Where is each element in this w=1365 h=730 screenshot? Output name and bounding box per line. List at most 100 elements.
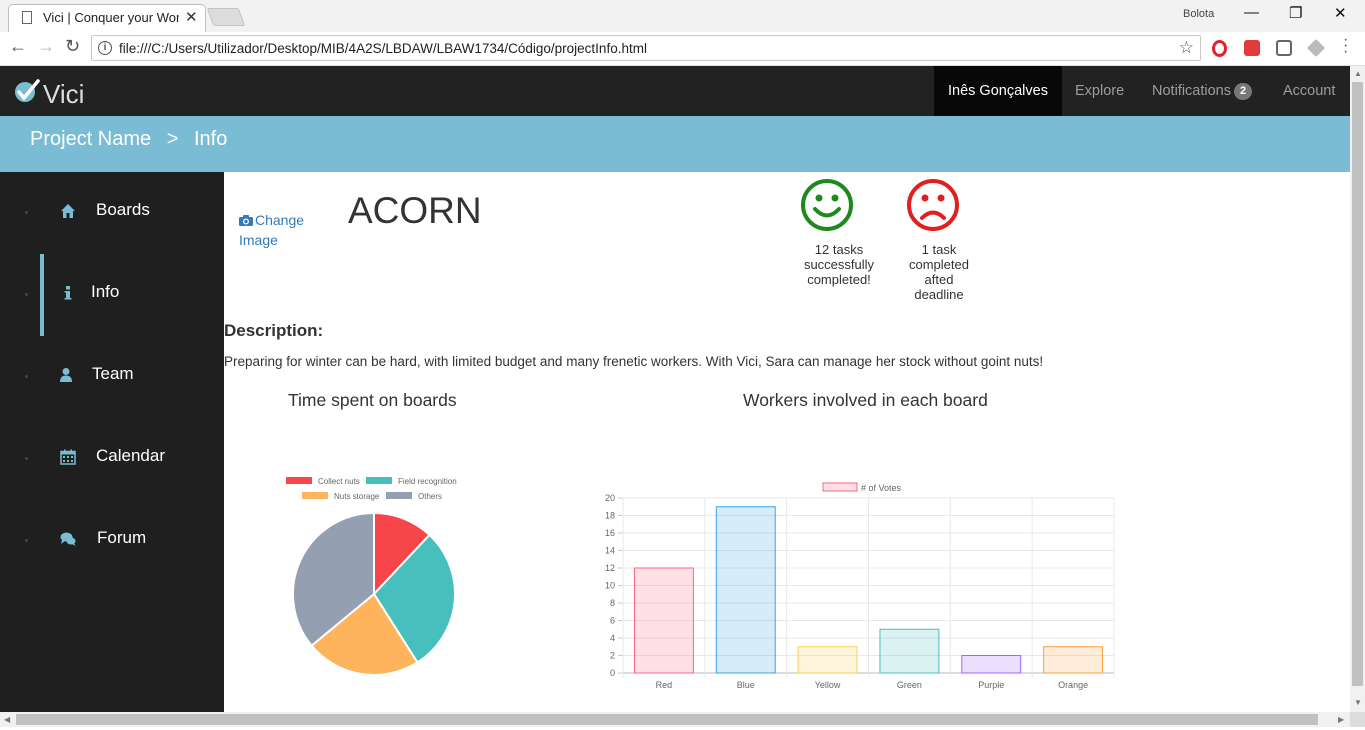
close-window-icon[interactable]: ✕: [1334, 4, 1347, 22]
sidebar-item-info[interactable]: Info: [0, 254, 224, 336]
x-tick-label: Orange: [1058, 680, 1088, 690]
comments-icon: [60, 532, 76, 546]
bullet-dot: [25, 375, 28, 378]
horizontal-scrollbar[interactable]: ◀ ▶: [0, 712, 1350, 727]
change-image-link[interactable]: Change Image: [239, 210, 329, 250]
nav-explore[interactable]: Explore: [1075, 66, 1124, 116]
project-title: ACORN: [348, 190, 482, 231]
sidebar-item-label: Team: [92, 364, 134, 383]
sidebar: Boards Info Team Calendar Forum: [0, 172, 224, 712]
tab-title: Vici | Conquer your World: [43, 10, 179, 25]
nav-user[interactable]: Inês Gonçalves: [934, 66, 1062, 116]
browser-toolbar: ← → ↻ i file:///C:/Users/Utilizador/Desk…: [0, 32, 1365, 66]
x-tick-label: Green: [897, 680, 922, 690]
bar-chart: # of Votes 0 2 4 6 8 10 12 14 16 18 20 Red Blue Yellow…: [599, 472, 1119, 692]
sidebar-item-calendar[interactable]: Calendar: [0, 418, 224, 500]
breadcrumb-project[interactable]: Project Name: [30, 128, 151, 150]
nav-notifications[interactable]: Notifications 2: [1152, 66, 1253, 116]
forward-icon[interactable]: →: [37, 36, 55, 57]
vertical-scroll-thumb[interactable]: [1352, 82, 1363, 686]
scroll-up-icon[interactable]: ▲: [1354, 69, 1362, 78]
scroll-down-icon[interactable]: ▼: [1354, 698, 1362, 707]
opera-extension-icon[interactable]: [1212, 40, 1227, 57]
bar-legend-swatch: [822, 482, 858, 492]
home-icon: [61, 204, 75, 218]
pie-legend-label: Collect nuts: [318, 477, 360, 486]
pie-chart: Collect nuts Field recognition Nuts storag…: [282, 472, 472, 677]
bullet-dot: [25, 293, 28, 296]
y-tick-label: 18: [605, 511, 615, 521]
brand-name[interactable]: Vici: [43, 79, 84, 110]
reload-icon[interactable]: ↻: [65, 36, 80, 57]
y-tick-label: 6: [610, 616, 615, 626]
pocket-extension-icon[interactable]: [1276, 40, 1292, 56]
page-info-icon[interactable]: i: [98, 41, 112, 55]
url-text[interactable]: file:///C:/Users/Utilizador/Desktop/MIB/…: [119, 41, 647, 56]
y-tick-label: 2: [610, 651, 615, 661]
extension-icon[interactable]: [1244, 40, 1260, 56]
description-text: Preparing for winter can be hard, with l…: [224, 354, 1044, 369]
profile-name[interactable]: Bolota: [1183, 8, 1214, 20]
sidebar-item-label: Calendar: [96, 446, 165, 465]
scroll-left-icon[interactable]: ◀: [4, 715, 10, 724]
sidebar-item-forum[interactable]: Forum: [0, 500, 224, 582]
bar-chart-svg: # of Votes 0 2 4 6 8 10 12 14 16 18 20 Red Blue Yellow…: [605, 482, 1115, 690]
bar-chart-title: Workers involved in each board: [743, 390, 988, 410]
y-tick-label: 20: [605, 493, 615, 503]
bookmark-star-icon[interactable]: ☆: [1179, 38, 1194, 58]
y-tick-label: 4: [610, 633, 615, 643]
description-heading: Description:: [224, 321, 324, 340]
pie-chart-svg: Collect nuts Field recognition Nuts storag…: [286, 477, 457, 676]
x-tick-label: Purple: [978, 680, 1004, 690]
happy-face-icon: [801, 179, 853, 231]
calendar-icon: [60, 449, 76, 465]
pie-legend-swatch: [386, 492, 412, 499]
y-tick-label: 10: [605, 581, 615, 591]
bar: [1043, 646, 1104, 674]
vertical-scrollbar[interactable]: ▲ ▼: [1350, 66, 1365, 712]
sidebar-item-team[interactable]: Team: [0, 336, 224, 418]
nav-account[interactable]: Account: [1283, 66, 1335, 116]
pie-legend-label: Nuts storage: [334, 492, 380, 501]
pie-legend-swatch: [302, 492, 328, 499]
info-icon: [64, 286, 72, 300]
bullet-dot: [25, 457, 28, 460]
close-tab-icon[interactable]: ✕: [185, 8, 198, 26]
vici-logo-icon[interactable]: [14, 78, 40, 104]
y-tick-label: 16: [605, 528, 615, 538]
sad-face-icon: [907, 179, 959, 231]
browser-tab[interactable]: Vici | Conquer your World ✕: [8, 4, 206, 32]
restore-icon[interactable]: ❐: [1289, 4, 1302, 22]
browser-tab-strip: Vici | Conquer your World ✕ Bolota — ❐ ✕: [0, 0, 1365, 32]
y-tick-label: 12: [605, 563, 615, 573]
user-icon: [60, 368, 72, 382]
x-tick-label: Blue: [737, 680, 755, 690]
breadcrumb-text: Project Name > Info: [30, 128, 227, 151]
bar: [797, 646, 858, 674]
scroll-right-icon[interactable]: ▶: [1338, 715, 1344, 724]
browser-menu-icon[interactable]: · · ·: [1343, 32, 1348, 60]
pie-legend-swatch: [366, 477, 392, 484]
back-icon[interactable]: ←: [9, 36, 27, 57]
camera-icon: [239, 215, 253, 226]
bullet-dot: [25, 539, 28, 542]
bar: [715, 506, 776, 674]
sidebar-item-label: Forum: [97, 528, 147, 547]
bar: [633, 567, 694, 674]
breadcrumb-current: Info: [193, 128, 228, 150]
nav-notifications-label: Notifications: [1152, 83, 1231, 99]
minimize-icon[interactable]: —: [1244, 4, 1259, 21]
sidebar-item-boards[interactable]: Boards: [0, 172, 224, 254]
bar: [879, 628, 940, 674]
top-navbar: Vici Inês Gonçalves Explore Notification…: [0, 66, 1350, 116]
y-tick-label: 8: [610, 598, 615, 608]
pie-legend-label: Others: [418, 492, 442, 501]
bar: [961, 655, 1022, 674]
tasks-completed-stat: 12 tasks successfully completed!: [803, 242, 875, 287]
active-indicator: [40, 254, 44, 336]
horizontal-scroll-thumb[interactable]: [16, 714, 1318, 725]
sidebar-item-label: Info: [91, 282, 120, 301]
address-bar[interactable]: i file:///C:/Users/Utilizador/Desktop/MI…: [91, 35, 1201, 61]
web-page: Vici Inês Gonçalves Explore Notification…: [0, 66, 1350, 712]
new-tab-button[interactable]: [206, 8, 246, 26]
